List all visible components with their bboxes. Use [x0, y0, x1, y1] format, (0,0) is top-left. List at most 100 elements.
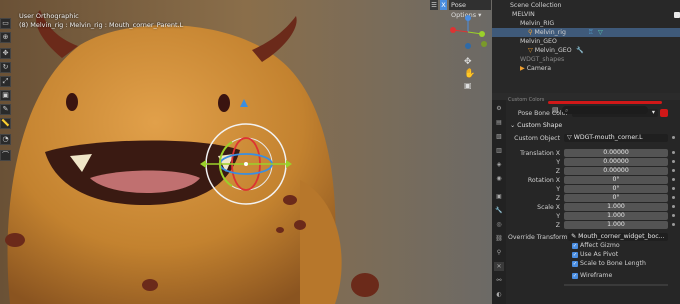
- override-transform-field[interactable]: ✎ Mouth_corner_widget_boc...: [568, 233, 668, 241]
- outliner-row-wdgt-shapes[interactable]: WDGT_shapes: [492, 55, 680, 64]
- rotation-z-label: Z: [555, 195, 560, 202]
- select-tool-icon[interactable]: ▭: [0, 18, 11, 29]
- outliner-row-melvin[interactable]: MELVIN: [492, 10, 680, 19]
- properties-search-input[interactable]: ⌕: [562, 106, 648, 114]
- outliner-row-scene-collection[interactable]: Scene Collection: [492, 1, 680, 10]
- rotation-y-field[interactable]: 0°: [564, 185, 668, 193]
- keyframe-dot[interactable]: [672, 205, 675, 208]
- custom-object-label: Custom Object: [514, 135, 560, 142]
- object-tab-icon[interactable]: ▣: [494, 192, 504, 201]
- outliner-row-melvin-rig[interactable]: ⚲ Melvin_rig ♖ ▽: [492, 28, 680, 37]
- search-icon: ⌕: [565, 107, 569, 114]
- scale-x-label: Scale X: [537, 204, 560, 211]
- texture-tab-icon[interactable]: ◐: [494, 290, 504, 299]
- tool-tab-icon[interactable]: ⚙: [494, 104, 504, 113]
- bend-tool-icon[interactable]: ⌒: [0, 150, 11, 161]
- use-as-pivot-label: Use As Pivot: [580, 251, 619, 258]
- translation-z-label: Z: [555, 168, 560, 175]
- modifier-icon: 🔧: [576, 47, 584, 54]
- output-tab-icon[interactable]: ▧: [494, 132, 504, 141]
- scale-tool-icon[interactable]: ⤢: [0, 76, 11, 87]
- render-tab-icon[interactable]: ▤: [494, 118, 504, 127]
- row-label: WDGT_shapes: [520, 56, 565, 63]
- outliner-row-melvin-rig-collection[interactable]: Melvin_RIG: [492, 19, 680, 28]
- object-data-tab-icon[interactable]: ⚲: [494, 248, 504, 257]
- keyframe-dot[interactable]: [672, 151, 675, 154]
- rotate-tool-icon[interactable]: ↻: [0, 62, 11, 73]
- rotation-x-label: Rotation X: [527, 177, 560, 184]
- keyframe-dot[interactable]: [672, 160, 675, 163]
- custom-shape-panel-header[interactable]: ⌄ Custom Shape: [510, 122, 562, 129]
- constraints-tab-icon[interactable]: ⛓: [494, 234, 504, 243]
- keyframe-dot[interactable]: [672, 214, 675, 217]
- camera-icon: ▶: [520, 65, 527, 72]
- scale-z-field[interactable]: 1.000: [564, 221, 668, 229]
- keyframe-dot[interactable]: [672, 187, 675, 190]
- outliner-row-camera[interactable]: ▶ Camera: [492, 64, 680, 73]
- modifiers-tab-icon[interactable]: 🔧: [494, 206, 504, 215]
- keyframe-dot[interactable]: [672, 178, 675, 181]
- bone-color-swatch[interactable]: [660, 109, 668, 117]
- physics-tab-icon[interactable]: ◎: [494, 220, 504, 229]
- use-as-pivot-checkbox[interactable]: ✓: [572, 252, 578, 258]
- scale-to-bone-length-checkbox[interactable]: ✓: [572, 261, 578, 267]
- rotation-z-field[interactable]: 0°: [564, 194, 668, 202]
- wireframe-checkbox[interactable]: ✓: [572, 273, 578, 279]
- mesh-icon: ▽: [567, 134, 574, 141]
- properties-menu-icon[interactable]: ▤: [552, 106, 560, 114]
- scene-tab-icon[interactable]: ◈: [494, 160, 504, 169]
- bone-tab-icon[interactable]: ✕: [494, 262, 504, 271]
- row-label: Melvin_GEO: [520, 38, 557, 45]
- translation-y-field[interactable]: 0.00000: [564, 158, 668, 166]
- axis-x-toggle[interactable]: X: [440, 0, 447, 10]
- wireframe-label: Wireframe: [580, 272, 613, 279]
- viewport-scene: [0, 0, 492, 304]
- bone-icon: ▽: [598, 29, 603, 36]
- measure-tool-icon[interactable]: 📏: [0, 118, 11, 129]
- translation-y-label: Y: [556, 159, 560, 166]
- row-label: Melvin_RIG: [520, 20, 555, 27]
- mesh-icon: ▽: [528, 47, 535, 54]
- translation-z-field[interactable]: 0.00000: [564, 167, 668, 175]
- scale-x-field[interactable]: 1.000: [564, 203, 668, 211]
- left-eye: [66, 93, 78, 111]
- scale-to-bone-length-label: Scale to Bone Length: [580, 260, 646, 267]
- field-value: WDGT-mouth_corner.L: [573, 134, 643, 141]
- properties-tabs: ⚙ ▤ ▧ ▥ ◈ ◉ ▣ 🔧 ◎ ⛓ ⚲ ✕ ⚯ ◐: [492, 100, 506, 304]
- transform-tool-icon[interactable]: ▣: [0, 90, 11, 101]
- row-label: MELVIN: [512, 11, 535, 18]
- roll-tool-icon[interactable]: ◔: [0, 134, 11, 145]
- pose-options-dropdown[interactable]: Pose Options ▾: [449, 0, 491, 19]
- keyframe-dot[interactable]: [672, 169, 675, 172]
- row-label: Melvin_rig: [534, 29, 566, 36]
- view-name: User Orthographic: [19, 12, 79, 20]
- annotate-tool-icon[interactable]: ✎: [0, 104, 11, 115]
- right-panel: Scene Collection MELVIN Melvin_RIG ⚲ Mel…: [492, 0, 680, 304]
- rotation-x-field[interactable]: 0°: [564, 176, 668, 184]
- keyframe-dot[interactable]: [672, 136, 675, 139]
- view-menu-icon[interactable]: ☰: [430, 0, 438, 10]
- scale-y-field[interactable]: 1.000: [564, 212, 668, 220]
- override-transform-label: Override Transform: [508, 234, 568, 241]
- exclude-checkbox[interactable]: [674, 11, 680, 18]
- outliner[interactable]: Scene Collection MELVIN Melvin_RIG ⚲ Mel…: [492, 0, 680, 93]
- keyframe-dot[interactable]: [672, 196, 675, 199]
- view-layer-tab-icon[interactable]: ▥: [494, 146, 504, 155]
- panel-title: Custom Shape: [517, 122, 563, 129]
- translation-x-label: Translation X: [520, 150, 560, 157]
- keyframe-dot[interactable]: [672, 223, 675, 226]
- world-tab-icon[interactable]: ◉: [494, 174, 504, 183]
- svg-text:✋: ✋: [464, 67, 475, 79]
- navigation-gizmo[interactable]: ✥ ✋ ▣: [448, 14, 488, 94]
- affect-gizmo-checkbox[interactable]: ✓: [572, 243, 578, 249]
- affect-gizmo-label: Affect Gizmo: [580, 242, 620, 249]
- custom-object-field[interactable]: ▽ WDGT-mouth_corner.L: [564, 134, 668, 142]
- bone-constraint-tab-icon[interactable]: ⚯: [494, 276, 504, 285]
- outliner-row-melvin-geo[interactable]: ▽ Melvin_GEO 🔧: [492, 46, 680, 55]
- cursor-tool-icon[interactable]: ⊕: [0, 32, 11, 43]
- translation-x-field[interactable]: 0.00000: [564, 149, 668, 157]
- 3d-viewport[interactable]: ▭ ⊕ ✥ ↻ ⤢ ▣ ✎ 📏 ◔ ⌒ User Orthographic (8…: [0, 0, 492, 304]
- move-tool-icon[interactable]: ✥: [0, 48, 11, 59]
- outliner-row-melvin-geo-collection[interactable]: Melvin_GEO: [492, 37, 680, 46]
- rotation-y-label: Y: [556, 186, 560, 193]
